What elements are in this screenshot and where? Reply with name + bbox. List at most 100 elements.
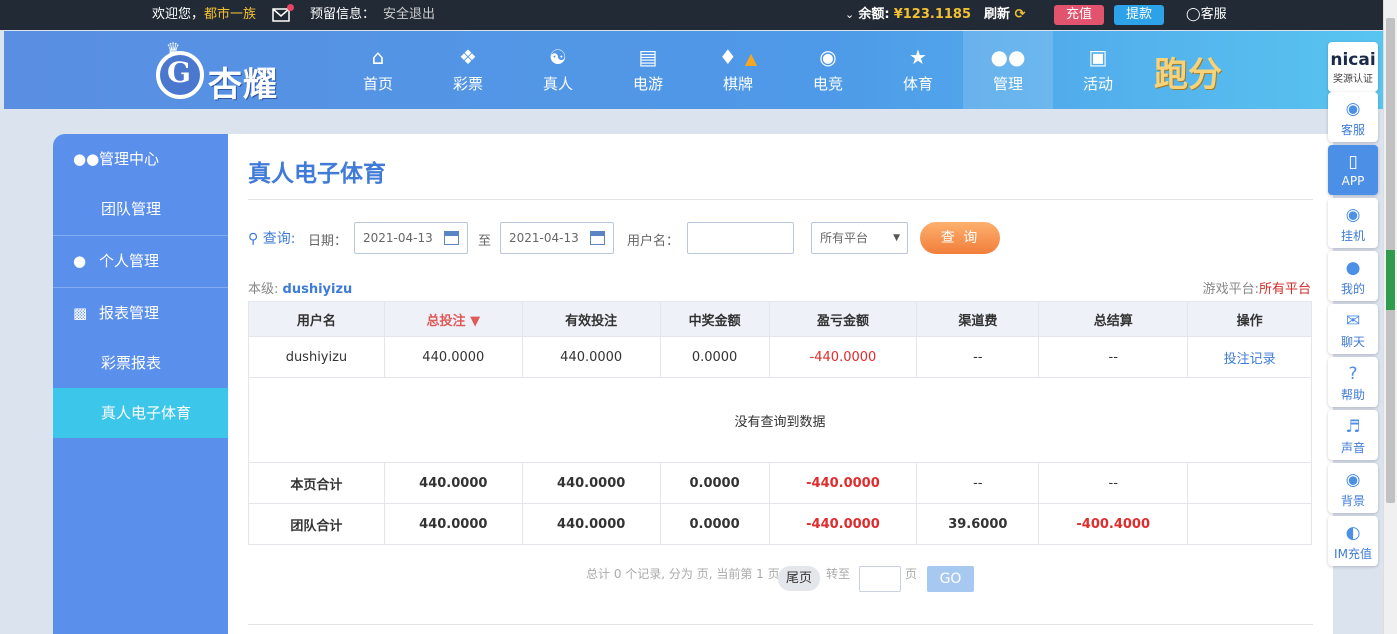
sidebar-item-live-sports-report[interactable]: 真人电子体育 xyxy=(53,388,228,438)
my-account-button[interactable]: ● 我的 xyxy=(1328,251,1378,301)
chevron-down-icon: ▼ xyxy=(893,233,900,243)
page-title: 真人电子体育 xyxy=(248,161,386,187)
calendar-icon[interactable] xyxy=(590,231,605,245)
im-recharge-button[interactable]: ◐ IM充值 xyxy=(1328,516,1378,566)
sidebar-section-management[interactable]: ●●管理中心 xyxy=(53,134,228,184)
welcome-text: 欢迎您，都市一族 xyxy=(152,7,257,22)
nav-sports[interactable]: ★ 体育 xyxy=(873,31,963,109)
phone-icon: ▯ xyxy=(1348,152,1358,172)
sidebar-item-team[interactable]: 团队管理 xyxy=(53,184,228,234)
username-label: 用户名： xyxy=(627,234,680,249)
speaker-icon: ♬ xyxy=(1345,417,1361,437)
divider xyxy=(248,199,1313,200)
level-user-link[interactable]: dushiyizu xyxy=(283,282,353,297)
page-total-row: 本页合计 440.0000 440.0000 0.0000 -440.0000 … xyxy=(248,462,1312,504)
sidebar-section-personal[interactable]: ● 个人管理 xyxy=(53,236,228,286)
platform-value: 所有平台 xyxy=(1258,282,1311,297)
header-nav: ♛ G 杏耀 ⌂ 首页 ❖ 彩票 ☯ 真人 ▤ 电游 ♦ ▲ 棋牌 ◉ 电竞 ★ … xyxy=(4,31,1383,109)
users-icon: ●● xyxy=(990,45,1026,69)
table-cell: -- xyxy=(1038,336,1189,378)
calendar-icon[interactable] xyxy=(444,231,459,245)
fire-badge-icon: ▲ xyxy=(744,49,758,68)
column-header[interactable]: 总结算 xyxy=(1038,301,1189,337)
sidebar-section-reports[interactable]: ▩ 报表管理 xyxy=(53,288,228,338)
table-cell: 440.0000 xyxy=(521,462,661,504)
nav-home[interactable]: ⌂ 首页 xyxy=(333,31,423,109)
sidebar-item-lottery-report[interactable]: 彩票报表 xyxy=(53,338,228,388)
nav-events[interactable]: ▣ 活动 xyxy=(1053,31,1143,109)
date-label: 日期： xyxy=(308,234,348,249)
service-link[interactable]: ◯客服 xyxy=(1186,0,1227,30)
notification-dot xyxy=(287,4,294,11)
gamepad-icon: ◉ xyxy=(819,45,837,69)
column-header[interactable]: 中奖金额 xyxy=(659,301,770,337)
chevron-down-icon[interactable]: ⌄ xyxy=(845,8,854,21)
mail-icon[interactable] xyxy=(272,0,294,30)
nav-manage[interactable]: ●● 管理 xyxy=(963,31,1053,109)
withdraw-button[interactable]: 提款 xyxy=(1114,5,1165,25)
username-link[interactable]: 都市一族 xyxy=(204,7,256,22)
table-cell: 440.0000 xyxy=(383,336,523,378)
nav-cards[interactable]: ♦ ▲ 棋牌 xyxy=(693,31,783,109)
table-cell: -- xyxy=(916,462,1040,504)
search-icon: ⚲ xyxy=(248,231,259,247)
page-scrollbar[interactable] xyxy=(1383,0,1397,634)
sound-button[interactable]: ♬ 声音 xyxy=(1328,410,1378,460)
date-from-input[interactable]: 2021-04-13 xyxy=(354,222,468,254)
nav-live[interactable]: ☯ 真人 xyxy=(513,31,603,109)
page-number-input[interactable] xyxy=(859,566,901,592)
divider xyxy=(248,624,1313,625)
table-cell: 0.0000 xyxy=(659,336,770,378)
platform-select[interactable]: 所有平台 ▼ xyxy=(811,222,908,254)
gift-icon: ▣ xyxy=(1088,45,1108,69)
table-cell: 39.6000 xyxy=(916,503,1040,545)
auto-bet-button[interactable]: ◉ 挂机 xyxy=(1328,198,1378,248)
help-button[interactable]: ? 帮助 xyxy=(1328,357,1378,407)
nav-esports[interactable]: ◉ 电竞 xyxy=(783,31,873,109)
top-bar: 欢迎您，都市一族 预留信息： 安全退出 ⌄ 余额: ¥123.1185 刷新 ⟳… xyxy=(0,0,1383,30)
nav-slots[interactable]: ▤ 电游 xyxy=(603,31,693,109)
pager-summary: 总计 0 个记录, 分为 页, 当前第 1 页 xyxy=(586,567,780,581)
query-button[interactable]: 查 询 xyxy=(920,222,1000,254)
date-to-input[interactable]: 2021-04-13 xyxy=(500,222,614,254)
refresh-link[interactable]: 刷新 ⟳ xyxy=(984,0,1025,30)
document-icon: ▩ xyxy=(73,304,88,322)
current-level: 本级: dushiyizu xyxy=(248,282,353,297)
column-header-sorted[interactable]: 总投注 ▼ xyxy=(383,301,523,337)
chat-button[interactable]: ✉ 聊天 xyxy=(1328,304,1378,354)
table-cell: -400.4000 xyxy=(1038,503,1189,545)
table-cell: 团队合计 xyxy=(248,503,385,545)
app-button[interactable]: ▯ APP xyxy=(1328,145,1378,195)
site-logo[interactable]: ♛ G 杏耀 xyxy=(154,39,304,105)
column-header[interactable]: 用户名 xyxy=(248,301,385,337)
service-button[interactable]: ◉ 客服 xyxy=(1328,92,1378,142)
background-button[interactable]: ◉ 背景 xyxy=(1328,463,1378,513)
sort-desc-icon: ▼ xyxy=(470,313,481,329)
go-button[interactable]: GO xyxy=(927,566,974,592)
report-table: 用户名 总投注 ▼ 有效投注 中奖金额 盈亏金额 渠道费 总结算 操作 dush… xyxy=(248,301,1312,545)
bet-record-link[interactable]: 投注记录 xyxy=(1187,336,1312,378)
table-cell xyxy=(1187,503,1312,545)
chat-icon: ✉ xyxy=(1345,311,1361,331)
palette-icon: ◉ xyxy=(1345,470,1361,490)
column-header[interactable]: 有效投注 xyxy=(521,301,661,337)
column-header[interactable]: 渠道费 xyxy=(916,301,1040,337)
goto-label: 转至 xyxy=(826,567,851,581)
nav-lottery[interactable]: ❖ 彩票 xyxy=(423,31,513,109)
table-cell: 440.0000 xyxy=(521,336,661,378)
headset-icon: ◉ xyxy=(1345,99,1361,119)
ticket-icon: ❖ xyxy=(459,45,477,69)
nicai-badge[interactable]: nicai 奖源认证 xyxy=(1328,42,1378,92)
query-label: ⚲ 查询: xyxy=(248,231,296,247)
cards-icon: ♦ ▲ xyxy=(718,45,758,69)
last-page-button[interactable]: 尾页 xyxy=(778,566,821,591)
username-input[interactable] xyxy=(687,222,794,254)
help-icon: ? xyxy=(1348,364,1358,384)
game-platform-info: 游戏平台:所有平台 xyxy=(1202,282,1311,297)
promo-banner[interactable]: 跑分 xyxy=(1154,47,1222,96)
team-total-row: 团队合计 440.0000 440.0000 0.0000 -440.0000 … xyxy=(248,503,1312,545)
recharge-button[interactable]: 充值 xyxy=(1054,5,1105,25)
column-header[interactable]: 盈亏金额 xyxy=(768,301,918,337)
logout-link[interactable]: 安全退出 xyxy=(383,0,435,30)
trophy-icon: ★ xyxy=(909,45,927,69)
